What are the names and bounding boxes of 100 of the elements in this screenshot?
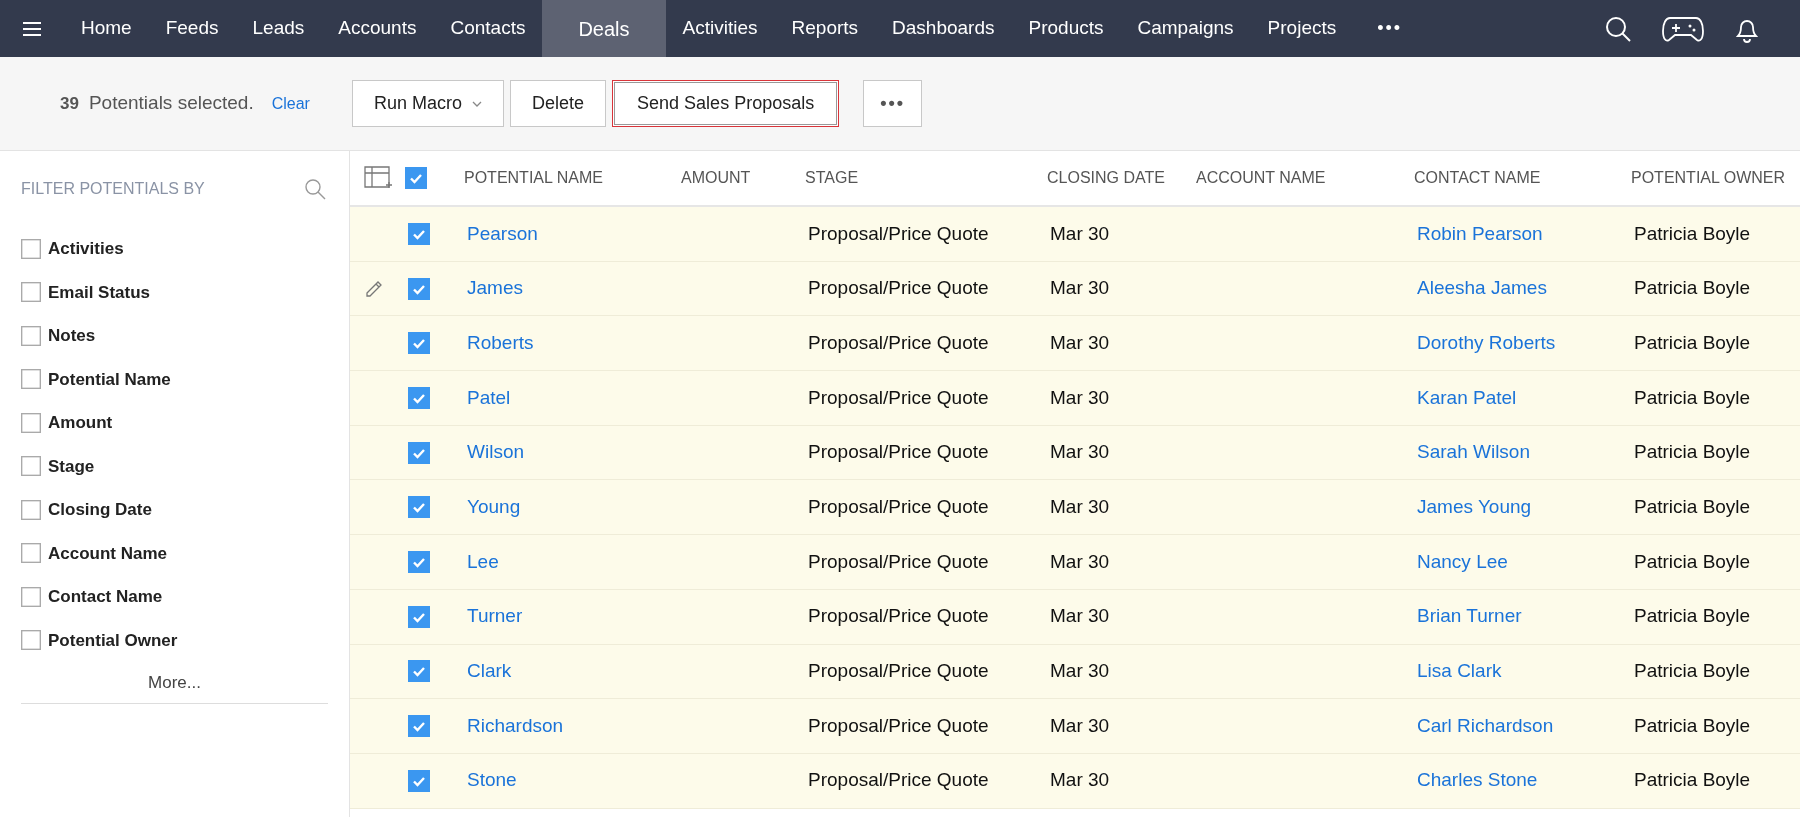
- record-link[interactable]: Nancy Lee: [1417, 550, 1508, 572]
- table-row[interactable]: Wilson Proposal/Price Quote Mar 30 Sarah Wilson Patricia Boyle: [350, 425, 1800, 481]
- table-row[interactable]: Lee Proposal/Price Quote Mar 30 Nancy Lee Patricia Boyle: [350, 535, 1800, 590]
- record-link[interactable]: Stone: [467, 769, 517, 791]
- nav-tab[interactable]: Products: [1011, 0, 1121, 57]
- record-link[interactable]: Charles Stone: [1417, 769, 1538, 791]
- table-cell: Mar 30: [1050, 714, 1110, 736]
- filter-label: Activities: [48, 238, 124, 260]
- record-link[interactable]: James: [467, 277, 523, 299]
- record-link[interactable]: Sarah Wilson: [1417, 441, 1530, 463]
- record-link[interactable]: Pearson: [467, 222, 538, 244]
- record-link[interactable]: Brian Turner: [1417, 605, 1522, 627]
- table-row[interactable]: Clark Proposal/Price Quote Mar 30 Lisa Clark Patricia Boyle: [350, 644, 1800, 700]
- record-link[interactable]: Lee: [467, 550, 499, 572]
- record-link[interactable]: Aleesha James: [1417, 277, 1547, 299]
- record-link[interactable]: Robin Pearson: [1417, 222, 1543, 244]
- column-header[interactable]: CONTACT NAME: [1414, 166, 1631, 190]
- table-cell: Mar 30: [1050, 769, 1110, 791]
- filter-label: Amount: [48, 412, 113, 434]
- record-link[interactable]: Roberts: [467, 331, 534, 353]
- table-row[interactable]: Stone Proposal/Price Quote Mar 30 Charles Stone Patricia Boyle: [350, 753, 1800, 809]
- table-cell: Proposal/Price Quote: [808, 277, 989, 299]
- run-macro-dropdown[interactable]: Run Macro: [352, 80, 505, 127]
- nav-tab[interactable]: Dashboards: [875, 0, 1012, 57]
- table-cell: Proposal/Price Quote: [808, 386, 989, 408]
- filter-label: Potential Owner: [48, 629, 178, 652]
- nav-tab[interactable]: Activities: [665, 0, 775, 57]
- table-cell: Mar 30: [1050, 496, 1110, 518]
- clear-link[interactable]: Clear: [271, 91, 310, 116]
- table-row[interactable]: Pearson Proposal/Price Quote Mar 30 Robin Pearson Patricia Boyle: [350, 207, 1800, 262]
- filter-title: FILTER POTENTIALS BY: [21, 179, 205, 199]
- record-link[interactable]: Lisa Clark: [1417, 660, 1502, 682]
- record-link[interactable]: Young: [467, 496, 521, 518]
- record-link[interactable]: Carl Richardson: [1417, 714, 1554, 736]
- table-cell: Mar 30: [1050, 441, 1110, 463]
- column-header[interactable]: POTENTIAL NAME: [464, 166, 681, 190]
- table-cell: Proposal/Price Quote: [808, 331, 989, 353]
- table-cell: Patricia Boyle: [1634, 331, 1751, 353]
- filter-label: Closing Date: [48, 499, 152, 521]
- table-cell: Mar 30: [1050, 660, 1110, 682]
- record-link[interactable]: James Young: [1417, 496, 1532, 518]
- table-row[interactable]: Young Proposal/Price Quote Mar 30 James Young Patricia Boyle: [350, 480, 1800, 536]
- nav-tab[interactable]: Home: [64, 0, 149, 57]
- nav-tab[interactable]: Feeds: [148, 0, 236, 57]
- table-cell: Proposal/Price Quote: [808, 222, 989, 244]
- table-row[interactable]: James Proposal/Price Quote Mar 30 Aleesha James Patricia Boyle: [350, 261, 1800, 317]
- table-cell: Proposal/Price Quote: [808, 441, 989, 463]
- nav-tab[interactable]: Reports: [774, 0, 876, 57]
- table-cell: Patricia Boyle: [1634, 496, 1751, 518]
- column-header[interactable]: ACCOUNT NAME: [1196, 166, 1414, 190]
- filter-label: Stage: [48, 455, 95, 478]
- more-tabs-button[interactable]: •••: [1353, 0, 1427, 57]
- nav-tab[interactable]: Contacts: [433, 0, 543, 57]
- nav-tab[interactable]: Accounts: [321, 0, 434, 57]
- table-cell: Mar 30: [1050, 331, 1110, 353]
- filter-label: Contact Name: [48, 586, 163, 608]
- nav-tab[interactable]: Leads: [235, 0, 322, 57]
- table-cell: Patricia Boyle: [1634, 386, 1751, 408]
- filter-label: Potential Name: [48, 368, 171, 391]
- table-cell: Patricia Boyle: [1634, 277, 1751, 299]
- table-cell: Proposal/Price Quote: [808, 605, 989, 627]
- column-header[interactable]: AMOUNT: [681, 166, 805, 190]
- filter-label: Account Name: [48, 542, 168, 565]
- table-cell: Mar 30: [1050, 550, 1110, 572]
- table-cell: Mar 30: [1050, 277, 1110, 299]
- table-row[interactable]: Richardson Proposal/Price Quote Mar 30 Carl Richardson Patricia Boyle: [350, 699, 1800, 754]
- table-row[interactable]: Patel Proposal/Price Quote Mar 30 Karan Patel Patricia Boyle: [350, 371, 1800, 426]
- table-cell: Mar 30: [1050, 386, 1110, 408]
- toolbar-button[interactable]: Delete: [510, 80, 607, 127]
- record-link[interactable]: Turner: [467, 605, 523, 627]
- table-row[interactable]: Roberts Proposal/Price Quote Mar 30 Dorothy Roberts Patricia Boyle: [350, 316, 1800, 372]
- table-cell: Proposal/Price Quote: [808, 769, 989, 791]
- table-cell: Proposal/Price Quote: [808, 550, 989, 572]
- more-link[interactable]: More...: [148, 669, 201, 696]
- selected-count: 39: [60, 92, 79, 115]
- record-link[interactable]: Patel: [467, 386, 511, 408]
- record-link[interactable]: Richardson: [467, 714, 564, 736]
- nav-tab[interactable]: Campaigns: [1120, 0, 1251, 57]
- table-cell: Mar 30: [1050, 222, 1110, 244]
- table-cell: Patricia Boyle: [1634, 660, 1751, 682]
- record-link[interactable]: Karan Patel: [1417, 386, 1517, 408]
- record-link[interactable]: Clark: [467, 660, 512, 682]
- column-header[interactable]: STAGE: [805, 166, 1047, 190]
- table-cell: Proposal/Price Quote: [808, 496, 989, 518]
- table-cell: Patricia Boyle: [1634, 769, 1751, 791]
- column-header[interactable]: POTENTIAL OWNER: [1631, 166, 1800, 190]
- table-cell: Patricia Boyle: [1634, 441, 1751, 463]
- nav-tab[interactable]: Projects: [1250, 0, 1354, 57]
- table-cell: Mar 30: [1050, 605, 1110, 627]
- record-link[interactable]: Dorothy Roberts: [1417, 331, 1556, 353]
- table-cell: Proposal/Price Quote: [808, 714, 989, 736]
- toolbar-button[interactable]: Send Sales Proposals: [612, 80, 840, 127]
- table-cell: Patricia Boyle: [1634, 605, 1751, 627]
- column-header[interactable]: CLOSING DATE: [1047, 166, 1196, 190]
- more-actions-button[interactable]: •••: [863, 80, 923, 127]
- nav-tab[interactable]: Deals: [542, 0, 666, 57]
- table-cell: Proposal/Price Quote: [808, 660, 989, 682]
- table-cell: Patricia Boyle: [1634, 550, 1751, 572]
- table-row[interactable]: Turner Proposal/Price Quote Mar 30 Brian Turner Patricia Boyle: [350, 589, 1800, 645]
- record-link[interactable]: Wilson: [467, 441, 524, 463]
